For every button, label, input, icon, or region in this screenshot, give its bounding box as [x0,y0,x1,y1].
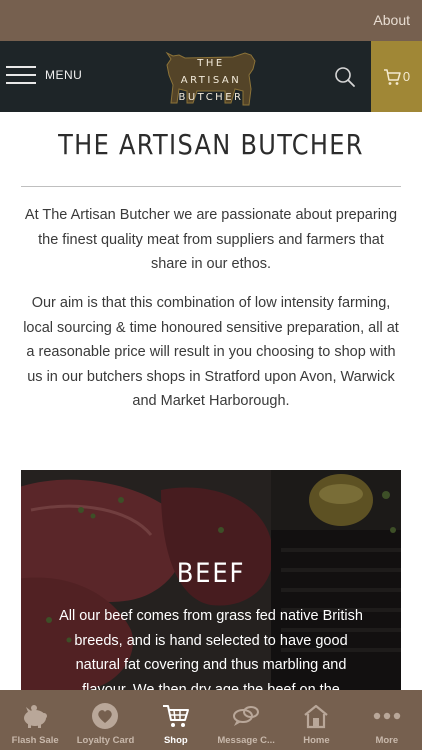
beef-category-card[interactable]: BEEF All our beef comes from grass fed n… [21,470,401,690]
chat-bubbles-icon [233,706,260,726]
tab-label-message-centre: Message C... [217,735,275,746]
title-divider [21,186,401,187]
search-button[interactable] [334,66,356,88]
tab-label-shop: Shop [163,735,188,746]
tab-home[interactable]: Home [281,690,351,750]
beef-card-title: BEEF [176,558,246,589]
tab-shop[interactable]: Shop [141,690,211,750]
piggy-bank-icon [24,705,48,728]
home-icon [304,704,329,729]
tab-more[interactable]: More [352,690,422,750]
hamburger-icon [6,64,36,86]
header-bar: MENU THE ARTISAN BUTCHER 0 [0,41,422,112]
cart-icon [383,68,401,85]
logo-line-3: BUTCHER [178,92,244,103]
more-dots-icon [373,712,400,720]
cart-count: 0 [402,69,411,84]
tab-label-home: Home [303,735,330,746]
menu-label: MENU [45,68,83,82]
tab-message-centre[interactable]: Message C... [211,690,281,750]
about-link[interactable]: About [373,12,410,28]
tab-label-loyalty-card: Loyalty Card [76,735,135,746]
bottom-tab-bar: Flash Sale Loyalty Card Shop Message C..… [0,690,422,750]
logo-line-1: THE [197,58,225,69]
top-strip: About [0,0,422,41]
beef-card-description: All our beef comes from grass fed native… [59,608,363,690]
page-title: THE ARTISAN BUTCHER [58,128,364,161]
logo-line-2: ARTISAN [180,75,242,86]
intro-paragraph-2: Our aim is that this combination of low … [23,295,399,409]
search-icon [335,67,355,87]
intro-paragraph-1: At The Artisan Butcher we are passionate… [24,207,398,272]
artisan-butcher-logo[interactable]: THE ARTISAN BUTCHER [163,45,259,109]
shopping-cart-icon [162,705,189,727]
cart-button[interactable]: 0 [371,41,422,112]
tab-label-more: More [375,735,399,746]
tab-label-flash-sale: Flash Sale [11,735,59,746]
menu-button[interactable]: MENU [6,64,82,86]
tab-flash-sale[interactable]: Flash Sale [0,690,70,750]
heart-badge-icon [92,703,119,729]
tab-loyalty-card[interactable]: Loyalty Card [70,690,140,750]
